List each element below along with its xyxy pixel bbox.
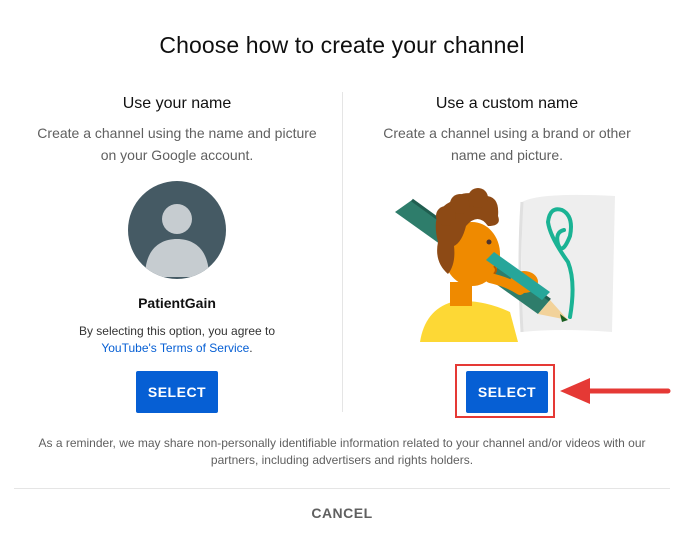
use-your-name-heading: Use your name (122, 95, 232, 112)
use-custom-name-option: Use a custom name Create a channel using… (342, 92, 672, 166)
creator-drawing-illustration (390, 182, 620, 347)
use-custom-name-description: Create a channel using a brand or other … (383, 125, 631, 163)
account-name: PatientGain (138, 295, 216, 311)
footer-divider (14, 488, 670, 489)
terms-notice-text: By selecting this option, you agree to (78, 324, 276, 338)
terms-notice: By selecting this option, you agree to Y… (12, 323, 342, 357)
terms-notice-suffix: . (249, 341, 253, 355)
reminder-text: As a reminder, we may share non-personal… (38, 436, 646, 467)
select-use-custom-name-button[interactable]: SELECT (466, 371, 548, 413)
cancel-button[interactable]: CANCEL (292, 500, 392, 526)
select-use-your-name-button[interactable]: SELECT (136, 371, 218, 413)
dialog-title: Choose how to create your channel (159, 32, 525, 58)
use-custom-name-heading: Use a custom name (435, 95, 579, 112)
arrow-left-icon (556, 376, 672, 411)
terms-of-service-link[interactable]: YouTube's Terms of Service (101, 341, 249, 355)
use-your-name-description: Create a channel using the name and pict… (37, 125, 317, 163)
use-your-name-option: Use your name Create a channel using the… (12, 92, 342, 166)
default-avatar-icon (128, 181, 226, 279)
